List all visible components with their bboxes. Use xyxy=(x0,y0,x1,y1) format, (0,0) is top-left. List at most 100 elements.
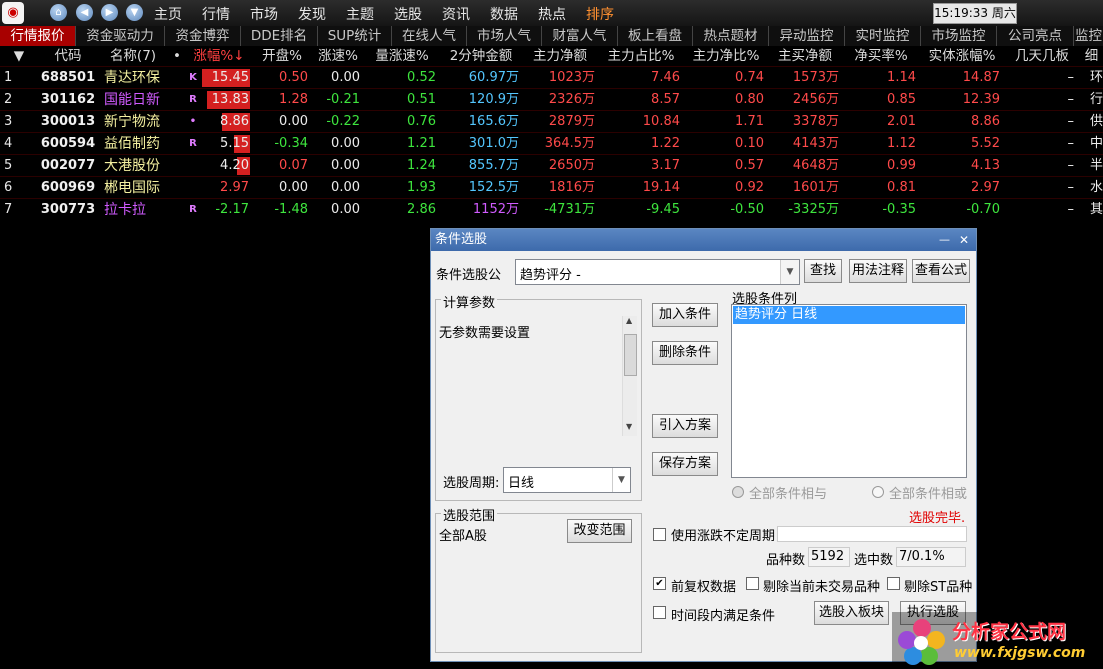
tab-wealth-popularity[interactable]: 财富人气 xyxy=(542,26,618,46)
or-radio[interactable] xyxy=(872,486,884,498)
col-name[interactable]: 名称(7) xyxy=(98,46,168,66)
menu-stock-picking[interactable]: 选股 xyxy=(394,4,422,24)
count-value: 5192 xyxy=(811,549,845,564)
buy-net: 3378万 xyxy=(792,114,839,129)
menu-market[interactable]: 市场 xyxy=(250,4,278,24)
chevron-down-icon[interactable]: ▼ xyxy=(780,260,799,284)
exclude-st-checkbox[interactable] xyxy=(887,577,900,590)
tab-capital-game[interactable]: 资金博弈 xyxy=(165,26,241,46)
scroll-thumb[interactable] xyxy=(624,334,637,376)
home-icon[interactable]: ⌂ xyxy=(50,4,67,21)
tab-capital-drive[interactable]: 资金驱动力 xyxy=(76,26,165,46)
menu-sort[interactable]: 排序 xyxy=(586,4,614,24)
condition-item[interactable]: 趋势评分 日线 xyxy=(733,306,965,324)
tab-board-watch[interactable]: 板上看盘 xyxy=(618,26,693,46)
table-row[interactable]: 3 300013 新宁物流 • 8.86 0.00 -0.22 0.76 165.6万 2879万… xyxy=(0,110,1103,133)
minimize-icon[interactable]: — xyxy=(939,229,950,251)
condition-list[interactable]: 趋势评分 日线 xyxy=(731,304,967,478)
dropdown-icon[interactable]: ▼ xyxy=(126,4,143,21)
save-scheme-button[interactable]: 保存方案 xyxy=(652,452,718,476)
period-input[interactable] xyxy=(777,526,967,542)
tab-anomaly-monitor[interactable]: 异动监控 xyxy=(769,26,845,46)
volume-speed: 0.51 xyxy=(407,92,436,107)
board-count: – xyxy=(1067,92,1075,107)
table-row[interactable]: 1 688501 青达环保 K 15.45 0.50 0.00 0.52 60.97万 1023万… xyxy=(0,66,1103,89)
table-row[interactable]: 5 002077 大港股份 4.20 0.07 0.00 1.24 855.7万 2650万 3.… xyxy=(0,154,1103,177)
menu-quotes[interactable]: 行情 xyxy=(202,4,230,24)
range-value: 全部A股 xyxy=(439,529,487,544)
buy-net: 1573万 xyxy=(792,70,839,85)
menu-news[interactable]: 资讯 xyxy=(442,4,470,24)
time-range-checkbox[interactable] xyxy=(653,606,666,619)
exclude-untraded-checkbox[interactable] xyxy=(746,577,759,590)
stock-code: 300013 xyxy=(40,114,96,129)
menu-discover[interactable]: 发现 xyxy=(298,4,326,24)
table-row[interactable]: 6 600969 郴电国际 2.97 0.00 0.00 1.93 152.5万 1816万 19… xyxy=(0,176,1103,199)
col-main-ratio[interactable]: 主力占比% xyxy=(598,46,684,66)
col-net-buy-rate[interactable]: 净买率% xyxy=(842,46,920,66)
chevron-down-icon[interactable]: ▼ xyxy=(612,468,630,492)
col-main-net[interactable]: 主力净额 xyxy=(522,46,598,66)
back-icon[interactable]: ◀ xyxy=(76,4,93,21)
table-row[interactable]: 2 301162 国能日新 R 13.83 1.28 -0.21 0.51 120.9万 2326… xyxy=(0,88,1103,111)
stock-name: 郴电国际 xyxy=(104,180,160,196)
col-mark[interactable]: • xyxy=(168,46,186,66)
formula-value: 趋势评分 - xyxy=(520,268,581,283)
usage-notes-button[interactable]: 用法注释 xyxy=(849,259,907,283)
board-count: – xyxy=(1067,70,1075,85)
use-period-checkbox[interactable] xyxy=(653,528,666,541)
forward-icon[interactable]: ▶ xyxy=(101,4,118,21)
tab-market-monitor[interactable]: 市场监控 xyxy=(921,26,997,46)
menu-hot[interactable]: 热点 xyxy=(538,4,566,24)
tab-quotes[interactable]: 行情报价 xyxy=(0,26,76,46)
scroll-down-icon[interactable]: ▼ xyxy=(626,422,632,431)
dialog-titlebar[interactable]: 条件选股 — ✕ xyxy=(431,229,976,251)
find-button[interactable]: 查找 xyxy=(804,259,842,283)
col-body-change[interactable]: 实体涨幅% xyxy=(920,46,1004,66)
stock-mark: R xyxy=(189,138,197,149)
col-main-net-ratio[interactable]: 主力净比% xyxy=(684,46,768,66)
scroll-up-icon[interactable]: ▲ xyxy=(626,316,632,325)
tab-sup-stats[interactable]: SUP统计 xyxy=(318,26,392,46)
col-speed-pct[interactable]: 涨速% xyxy=(312,46,364,66)
tab-market-popularity[interactable]: 市场人气 xyxy=(467,26,542,46)
col-buy-net[interactable]: 主买净额 xyxy=(768,46,842,66)
watermark-title: 分析家公式网 xyxy=(952,621,1067,643)
tab-company-highlights[interactable]: 公司亮点 xyxy=(997,26,1074,46)
table-row[interactable]: 7 300773 拉卡拉 R -2.17 -1.48 0.00 2.86 1152万 -4731万… xyxy=(0,198,1103,221)
change-range-button[interactable]: 改变范围 xyxy=(567,519,632,543)
main-net-ratio: 0.57 xyxy=(735,158,764,173)
col-detail[interactable]: 细 xyxy=(1080,46,1103,66)
col-row-menu[interactable]: ▼ xyxy=(0,46,38,66)
col-2min-amount[interactable]: 2分钟金额 xyxy=(440,46,522,66)
table-row[interactable]: 4 600594 益佰制药 R 5.15 -0.34 0.00 1.21 301.0万 364.5… xyxy=(0,132,1103,155)
and-radio[interactable] xyxy=(732,486,744,498)
main-net: 2879万 xyxy=(548,114,595,129)
main-ratio: -9.45 xyxy=(646,202,680,217)
period-select[interactable]: 日线 ▼ xyxy=(503,467,631,493)
col-code[interactable]: 代码 xyxy=(38,46,98,66)
pre-adjust-checkbox[interactable]: ✔ xyxy=(653,577,666,590)
delete-condition-button[interactable]: 删除条件 xyxy=(652,341,718,365)
tab-monitor[interactable]: 监控 xyxy=(1074,26,1103,46)
close-icon[interactable]: ✕ xyxy=(959,229,969,251)
menu-theme[interactable]: 主题 xyxy=(346,4,374,24)
detail-text: 中 xyxy=(1089,136,1103,151)
col-volume-speed[interactable]: 量涨速% xyxy=(364,46,440,66)
tab-realtime-monitor[interactable]: 实时监控 xyxy=(845,26,921,46)
menu-home[interactable]: 主页 xyxy=(154,4,182,24)
formula-select[interactable]: 趋势评分 - ▼ xyxy=(515,259,800,285)
col-board-count[interactable]: 几天几板 xyxy=(1004,46,1080,66)
view-formula-button[interactable]: 查看公式 xyxy=(912,259,970,283)
add-to-block-button[interactable]: 选股入板块 xyxy=(814,601,889,625)
tab-online-popularity[interactable]: 在线人气 xyxy=(392,26,467,46)
params-scrollbar[interactable]: ▲ ▼ xyxy=(622,316,637,436)
col-change-pct[interactable]: 涨幅%↓ xyxy=(186,46,252,66)
board-count: – xyxy=(1067,114,1075,129)
add-condition-button[interactable]: 加入条件 xyxy=(652,303,718,327)
tab-dde-rank[interactable]: DDE排名 xyxy=(241,26,318,46)
col-open-pct[interactable]: 开盘% xyxy=(252,46,312,66)
import-scheme-button[interactable]: 引入方案 xyxy=(652,414,718,438)
tab-hot-topics[interactable]: 热点题材 xyxy=(693,26,769,46)
menu-data[interactable]: 数据 xyxy=(490,4,518,24)
